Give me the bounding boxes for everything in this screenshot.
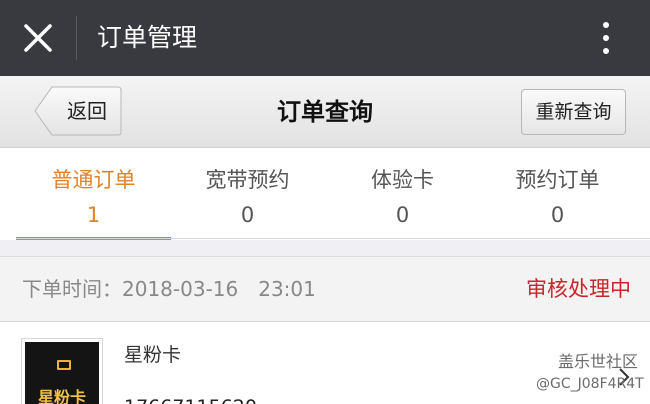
product-name: 星粉卡 xyxy=(124,344,182,366)
more-vertical-icon[interactable] xyxy=(596,20,616,56)
product-image: 星粉卡 xyxy=(21,338,103,404)
tab-label: 预约订单 xyxy=(515,168,600,192)
tab-count: 1 xyxy=(86,203,101,227)
tab-reservation-orders[interactable]: 预约订单 0 xyxy=(480,148,635,240)
tab-normal-orders[interactable]: 普通订单 1 xyxy=(16,148,171,240)
sim-card-icon xyxy=(57,360,71,370)
close-icon[interactable] xyxy=(22,22,54,54)
nav-bar: 返回 订单查询 重新查询 xyxy=(0,76,650,148)
watermark-community: 盖乐世社区 xyxy=(558,352,639,371)
order-time: 下单时间：2018-03-16 23:01 xyxy=(22,277,316,301)
requery-button[interactable]: 重新查询 xyxy=(521,89,626,135)
tab-count: 0 xyxy=(550,203,565,227)
tab-count: 0 xyxy=(395,203,410,227)
tab-label: 普通订单 xyxy=(51,168,136,192)
tab-label: 宽带预约 xyxy=(205,168,290,192)
title-bar: 订单管理 xyxy=(0,0,650,76)
tab-label: 体验卡 xyxy=(371,168,434,192)
product-card-graphic: 星粉卡 xyxy=(25,342,99,404)
back-button[interactable]: 返回 xyxy=(34,86,122,136)
order-status: 审核处理中 xyxy=(526,277,631,301)
tab-trial-card[interactable]: 体验卡 0 xyxy=(325,148,480,240)
tabs-divider xyxy=(16,238,650,239)
product-card-text: 星粉卡 xyxy=(37,388,86,404)
page-title: 订单查询 xyxy=(277,98,373,126)
tab-count: 0 xyxy=(240,203,255,227)
back-button-label: 返回 xyxy=(67,99,107,123)
watermark-user: @GC_J08F4R4T xyxy=(536,376,644,392)
tab-broadband-booking[interactable]: 宽带预约 0 xyxy=(170,148,325,240)
order-header: 下单时间：2018-03-16 23:01 审核处理中 xyxy=(0,256,650,322)
phone-number: 17667115620 xyxy=(124,394,257,404)
title-separator xyxy=(76,16,77,60)
order-type-tabs: 普通订单 1 宽带预约 0 体验卡 0 预约订单 0 xyxy=(0,148,650,240)
window-title: 订单管理 xyxy=(97,23,198,52)
